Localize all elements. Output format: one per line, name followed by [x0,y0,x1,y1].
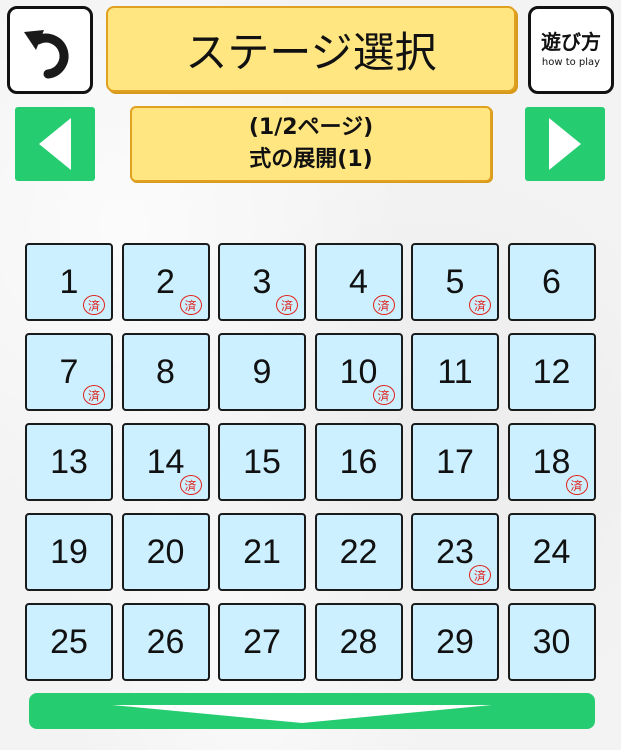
stage-number: 1 [59,262,79,301]
stage-number: 16 [339,442,378,481]
triangle-left-icon [39,118,71,170]
cleared-stamp-icon: 済 [372,295,395,315]
stage-button[interactable]: 7済 [25,333,113,411]
cleared-stamp-icon: 済 [565,475,588,495]
how-to-play-label-en: how to play [541,57,601,68]
stage-button[interactable]: 9済 [218,333,306,411]
stage-number: 21 [243,532,281,571]
undo-arrow-icon [24,30,69,79]
cleared-stamp-icon: 済 [179,295,202,315]
stage-number: 7 [59,352,79,391]
prev-page-button[interactable] [15,107,95,181]
stage-button[interactable]: 27済 [218,603,306,681]
triangle-right-icon [549,118,581,170]
stage-button[interactable]: 11済 [411,333,499,411]
stage-number: 30 [532,622,571,661]
stage-button[interactable]: 19済 [25,513,113,591]
page-indicator: (1/2ページ) [248,115,374,140]
stage-number: 6 [542,262,561,301]
next-page-button[interactable] [525,107,605,181]
stage-number: 24 [532,532,571,571]
stage-number: 5 [445,262,465,301]
stage-number: 23 [436,532,474,571]
stage-number: 19 [50,532,88,571]
stage-number: 29 [436,622,474,661]
page-title-text: ステージ選択 [185,27,437,77]
stage-button[interactable]: 2済 [121,243,210,321]
stage-button[interactable]: 4済 [314,243,403,321]
stage-number: 25 [50,622,88,661]
stage-number: 14 [146,442,185,481]
stage-number: 26 [146,622,185,661]
cleared-stamp-icon: 済 [469,295,491,315]
stage-button[interactable]: 5済 [411,243,499,321]
stage-button[interactable]: 21済 [218,513,306,591]
stage-button[interactable]: 8済 [121,333,210,411]
stage-number: 8 [156,352,175,391]
stage-button[interactable]: 29済 [411,603,499,681]
stage-button[interactable]: 10 済 [314,333,403,411]
stage-button[interactable]: 12済 [507,333,596,411]
stage-number: 15 [243,442,281,481]
stage-number: 11 [437,352,473,391]
cleared-stamp-icon: 済 [372,385,395,405]
cleared-stamp-icon: 済 [276,295,298,315]
chevron-down-icon [112,705,492,723]
how-to-play-label-jp: 遊び方 [541,30,601,54]
cleared-stamp-icon: 済 [179,475,202,495]
stage-button[interactable]: 17済 [411,423,499,501]
how-to-play-button[interactable]: 遊び方 how to play [528,6,614,94]
stage-number: 12 [532,352,571,391]
back-button[interactable] [7,6,93,94]
stage-number: 10 [339,352,378,391]
stage-button[interactable]: 6済 [507,243,596,321]
stage-number: 3 [252,262,272,301]
cleared-stamp-icon: 済 [83,295,105,315]
stage-number: 20 [146,532,185,571]
stage-button[interactable]: 3済 [218,243,306,321]
scroll-down-button[interactable] [29,693,595,729]
stage-number: 4 [349,262,368,301]
page-info: (1/2ページ) 式の展開(1) [130,106,492,182]
stage-number: 2 [156,262,175,301]
stage-number: 13 [50,442,88,481]
stage-number: 18 [532,442,571,481]
stage-button[interactable]: 25済 [25,603,113,681]
cleared-stamp-icon: 済 [469,565,491,585]
category-label: 式の展開(1) [249,147,373,172]
stage-button[interactable]: 16済 [314,423,403,501]
stage-number: 17 [436,442,474,481]
stage-number: 9 [252,352,272,391]
stage-button[interactable]: 26済 [121,603,210,681]
stage-button[interactable]: 14 済 [121,423,210,501]
stage-grid: 1済2済3済4済5済6済7済8済9済10済11済12済13済14済15済16済1… [25,243,597,681]
stage-button[interactable]: 18 済 [507,423,596,501]
stage-button[interactable]: 30済 [507,603,596,681]
page-title: ステージ選択 [106,6,516,92]
stage-number: 27 [243,622,281,661]
stage-button[interactable]: 23 済 [411,513,499,591]
stage-button[interactable]: 20済 [121,513,210,591]
stage-button[interactable]: 13済 [25,423,113,501]
cleared-stamp-icon: 済 [83,385,105,405]
stage-button[interactable]: 24済 [507,513,596,591]
stage-number: 22 [339,532,378,571]
stage-button[interactable]: 15済 [218,423,306,501]
stage-button[interactable]: 1済 [25,243,113,321]
stage-number: 28 [339,622,378,661]
stage-button[interactable]: 28済 [314,603,403,681]
stage-button[interactable]: 22済 [314,513,403,591]
